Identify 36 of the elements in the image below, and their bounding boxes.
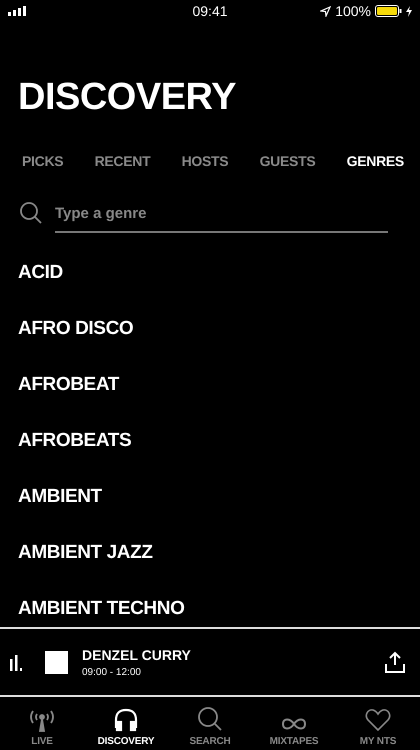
heart-icon	[365, 708, 391, 732]
genre-item[interactable]: ACID	[0, 245, 420, 301]
tab[interactable]: RECENT	[94, 151, 150, 171]
genre-item[interactable]: AMBIENT TECHNO	[0, 581, 420, 627]
location-icon	[320, 6, 332, 16]
tab[interactable]: PICKS	[22, 151, 64, 171]
nav-tab[interactable]: DISCOVERY	[84, 697, 168, 750]
nav-tab[interactable]: MY NTS	[336, 697, 420, 750]
page-title: DISCOVERY	[18, 75, 237, 119]
nav-tab[interactable]: SEARCH	[168, 697, 252, 750]
signal-icon	[8, 6, 26, 16]
stop-button[interactable]	[45, 650, 68, 674]
tab[interactable]: GENRES	[346, 151, 404, 171]
nav-tab[interactable]: LIVE	[0, 697, 84, 750]
share-icon[interactable]	[384, 651, 406, 673]
search-icon	[19, 201, 43, 225]
genre-item[interactable]: AFRO DISCO	[0, 301, 420, 357]
battery-icon	[375, 5, 402, 17]
genre-item[interactable]: AFROBEAT	[0, 357, 420, 413]
status-time: 09:41	[192, 3, 228, 19]
nav-tab[interactable]: MIXTAPES	[252, 697, 336, 750]
genre-item[interactable]: AFROBEATS	[0, 413, 420, 469]
battery-percent: 100%	[335, 3, 371, 19]
tab[interactable]: GUESTS	[260, 151, 316, 171]
genre-item[interactable]: AMBIENT JAZZ	[0, 525, 420, 581]
genre-item[interactable]: AMBIENT	[0, 469, 420, 525]
headphones-icon	[112, 708, 140, 732]
infinity-icon	[280, 716, 308, 732]
antenna-icon	[28, 708, 56, 732]
tab[interactable]: HOSTS	[182, 151, 228, 171]
charging-icon	[406, 6, 412, 16]
equalizer-icon	[10, 653, 22, 671]
show-time: 09:00 - 12:00	[82, 666, 142, 678]
search-field[interactable]: Type a genre	[55, 195, 388, 233]
show-title: DENZEL CURRY	[82, 646, 192, 662]
search-icon	[197, 706, 223, 732]
